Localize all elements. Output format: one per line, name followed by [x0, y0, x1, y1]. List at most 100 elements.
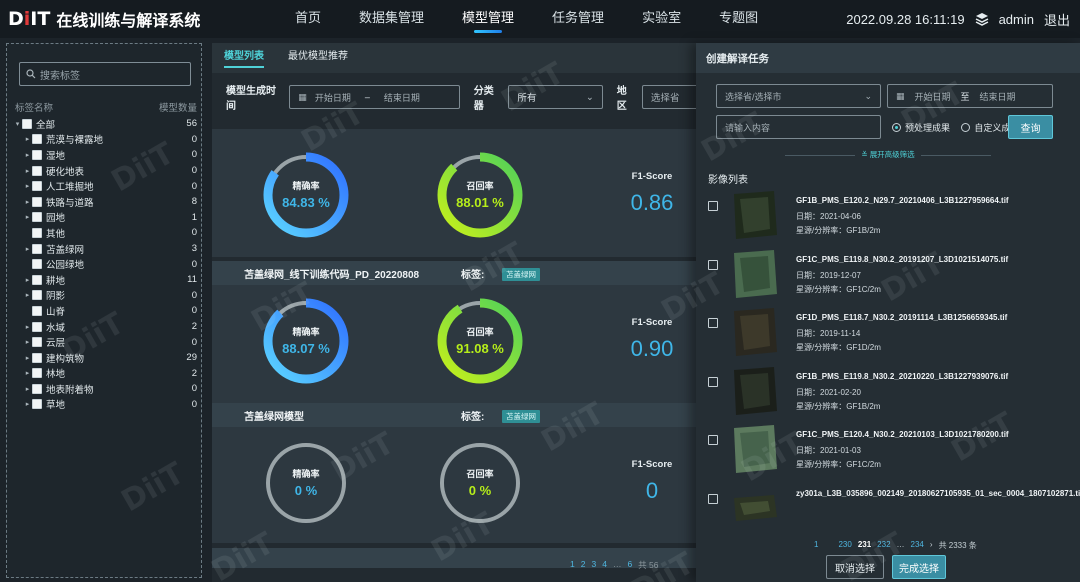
nav-item-3[interactable]: 任务管理	[542, 0, 614, 38]
tree-item[interactable]: ▸ 人工堆掘地 0	[13, 178, 199, 194]
tree-item[interactable]: ▸ 耕地 11	[13, 272, 199, 288]
next-page-icon[interactable]: ›	[930, 540, 933, 551]
tree-checkbox[interactable]	[32, 352, 42, 363]
tree-item[interactable]: 其他 0	[13, 225, 199, 241]
image-checkbox[interactable]	[708, 201, 718, 211]
nav-item-5[interactable]: 专题图	[709, 0, 768, 38]
caret-right-icon[interactable]: ▸	[23, 245, 32, 253]
model-card[interactable]: 苫盖绿网模型 标签: 苫盖绿网 精确率 0 % 召回率 0 % F1-Score 0	[212, 403, 700, 543]
image-checkbox[interactable]	[708, 435, 718, 445]
tree-checkbox[interactable]	[32, 212, 42, 223]
tree-item[interactable]: ▸ 水域 2	[13, 319, 199, 335]
page-1[interactable]: 1	[814, 540, 818, 551]
tree-item[interactable]: ▸ 苫盖绿网 3	[13, 241, 199, 257]
query-button[interactable]: 查询	[1008, 115, 1053, 139]
image-checkbox[interactable]	[708, 259, 718, 270]
tree-checkbox[interactable]	[32, 321, 42, 332]
tree-checkbox[interactable]	[32, 399, 42, 410]
tree-checkbox[interactable]	[32, 259, 42, 270]
caret-right-icon[interactable]: ▸	[23, 135, 32, 143]
province-select[interactable]: 选择省/选择市 ⌄	[716, 84, 881, 108]
image-checkbox[interactable]	[708, 493, 718, 504]
caret-right-icon[interactable]: ▸	[23, 323, 32, 331]
tree-item[interactable]: 山脊 0	[13, 303, 199, 319]
tag-search-input[interactable]: 搜索标签	[19, 62, 191, 86]
caret-right-icon[interactable]: ▸	[23, 276, 32, 284]
caret-right-icon[interactable]: ▸	[23, 354, 32, 362]
page-230[interactable]: 230	[838, 540, 851, 551]
user-name[interactable]: admin	[999, 12, 1034, 27]
image-row[interactable]: GF1B_PMS_E120.2_N29.7_20210406_L3B122795…	[708, 191, 1068, 249]
caret-down-icon[interactable]: ▾	[13, 120, 22, 128]
image-row[interactable]: GF1B_PMS_E119.8_N30.2_20210220_L3B122793…	[708, 366, 1068, 425]
tree-checkbox[interactable]	[32, 368, 42, 379]
radio-preprocessed[interactable]: 预处理成果	[892, 121, 950, 134]
image-row[interactable]: GF1D_PMS_E118.7_N30.2_20191114_L3B125665…	[708, 308, 1068, 366]
caret-right-icon[interactable]: ▸	[23, 198, 32, 206]
tree-item[interactable]: ▸ 硬化地表 0	[13, 163, 199, 179]
logout-link[interactable]: 退出	[1044, 10, 1070, 29]
panel-date-range[interactable]: ▦ 开始日期 至 结束日期	[887, 84, 1053, 108]
tree-item[interactable]: ▸ 荒漠与裸露地 0	[13, 132, 199, 148]
tree-item[interactable]: 公园绿地 0	[13, 256, 199, 272]
model-card[interactable]: 苫盖绿网_线下训练代码_PD_20220808 标签: 苫盖绿网 精确率 88.07 %…	[212, 261, 700, 405]
tree-checkbox[interactable]	[32, 274, 42, 285]
nav-item-0[interactable]: 首页	[285, 0, 331, 38]
image-checkbox[interactable]	[708, 318, 718, 328]
tree-item[interactable]: ▸ 地表附着物 0	[13, 381, 199, 397]
image-row[interactable]: zy301a_L3B_035896_002149_20180627105935_…	[708, 484, 1080, 542]
caret-right-icon[interactable]: ▸	[23, 385, 32, 393]
tree-item[interactable]: ▸ 铁路与道路 8	[13, 194, 199, 210]
nav-item-2[interactable]: 模型管理	[452, 0, 524, 38]
page-231[interactable]: 231	[858, 540, 871, 551]
caret-right-icon[interactable]: ▸	[23, 151, 32, 159]
classifier-select[interactable]: 所有 ⌄	[508, 85, 603, 109]
caret-right-icon[interactable]: ▸	[23, 400, 32, 408]
image-row[interactable]: GF1C_PMS_E119.8_N30.2_20191207_L3D102151…	[708, 249, 1068, 308]
tree-checkbox[interactable]	[32, 290, 42, 301]
cancel-selection-button[interactable]: 取消选择	[826, 555, 884, 579]
tree-checkbox[interactable]	[32, 134, 42, 145]
page-link[interactable]: 6	[627, 559, 632, 571]
tree-item[interactable]: ▾ 全部 56	[13, 116, 199, 132]
model-card[interactable]: 精确率 84.83 % 召回率 88.01 % F1-Score 0.86	[212, 129, 700, 257]
caret-right-icon[interactable]: ▸	[23, 338, 32, 346]
tree-checkbox[interactable]	[32, 181, 42, 192]
page-link[interactable]: 1	[570, 559, 575, 571]
tree-checkbox[interactable]	[32, 165, 42, 176]
page-link[interactable]: 3	[591, 559, 596, 571]
tree-checkbox[interactable]	[32, 243, 42, 254]
expand-advanced-filter[interactable]: ≚ 展开高级筛选	[696, 149, 1080, 160]
nav-item-4[interactable]: 实验室	[632, 0, 691, 38]
date-range-input[interactable]: ▦ 开始日期 – 结束日期	[289, 85, 460, 109]
caret-right-icon[interactable]: ▸	[23, 182, 32, 190]
image-row[interactable]: GF1C_PMS_E120.4_N30.2_20210103_L3D102178…	[708, 425, 1068, 483]
tree-checkbox[interactable]	[32, 149, 42, 160]
tree-checkbox[interactable]	[32, 305, 42, 316]
caret-right-icon[interactable]: ▸	[23, 213, 32, 221]
tree-item[interactable]: ▸ 湿地 0	[13, 147, 199, 163]
tab-0[interactable]: 模型列表	[212, 43, 276, 73]
keyword-input[interactable]: 请输入内容	[716, 115, 881, 139]
tree-item[interactable]: ▸ 建构筑物 29	[13, 350, 199, 366]
tree-checkbox[interactable]	[22, 118, 32, 129]
tree-checkbox[interactable]	[32, 227, 42, 238]
image-checkbox[interactable]	[708, 376, 718, 387]
page-234[interactable]: 234	[911, 540, 924, 551]
finish-selection-button[interactable]: 完成选择	[892, 555, 946, 579]
tree-checkbox[interactable]	[32, 196, 42, 207]
page-232[interactable]: 232	[877, 540, 890, 551]
nav-item-1[interactable]: 数据集管理	[349, 0, 434, 38]
page-link[interactable]: 2	[581, 559, 586, 571]
tree-item[interactable]: ▸ 林地 2	[13, 366, 199, 382]
caret-right-icon[interactable]: ▸	[23, 167, 32, 175]
tree-item[interactable]: ▸ 阴影 0	[13, 288, 199, 304]
caret-right-icon[interactable]: ▸	[23, 369, 32, 377]
layers-icon[interactable]	[975, 12, 989, 26]
page-link[interactable]: 4	[602, 559, 607, 571]
tree-item[interactable]: ▸ 云层 0	[13, 334, 199, 350]
tab-1[interactable]: 最优模型推荐	[276, 43, 360, 73]
tree-checkbox[interactable]	[32, 337, 42, 348]
tree-item[interactable]: ▸ 园地 1	[13, 210, 199, 226]
tree-checkbox[interactable]	[32, 383, 42, 394]
